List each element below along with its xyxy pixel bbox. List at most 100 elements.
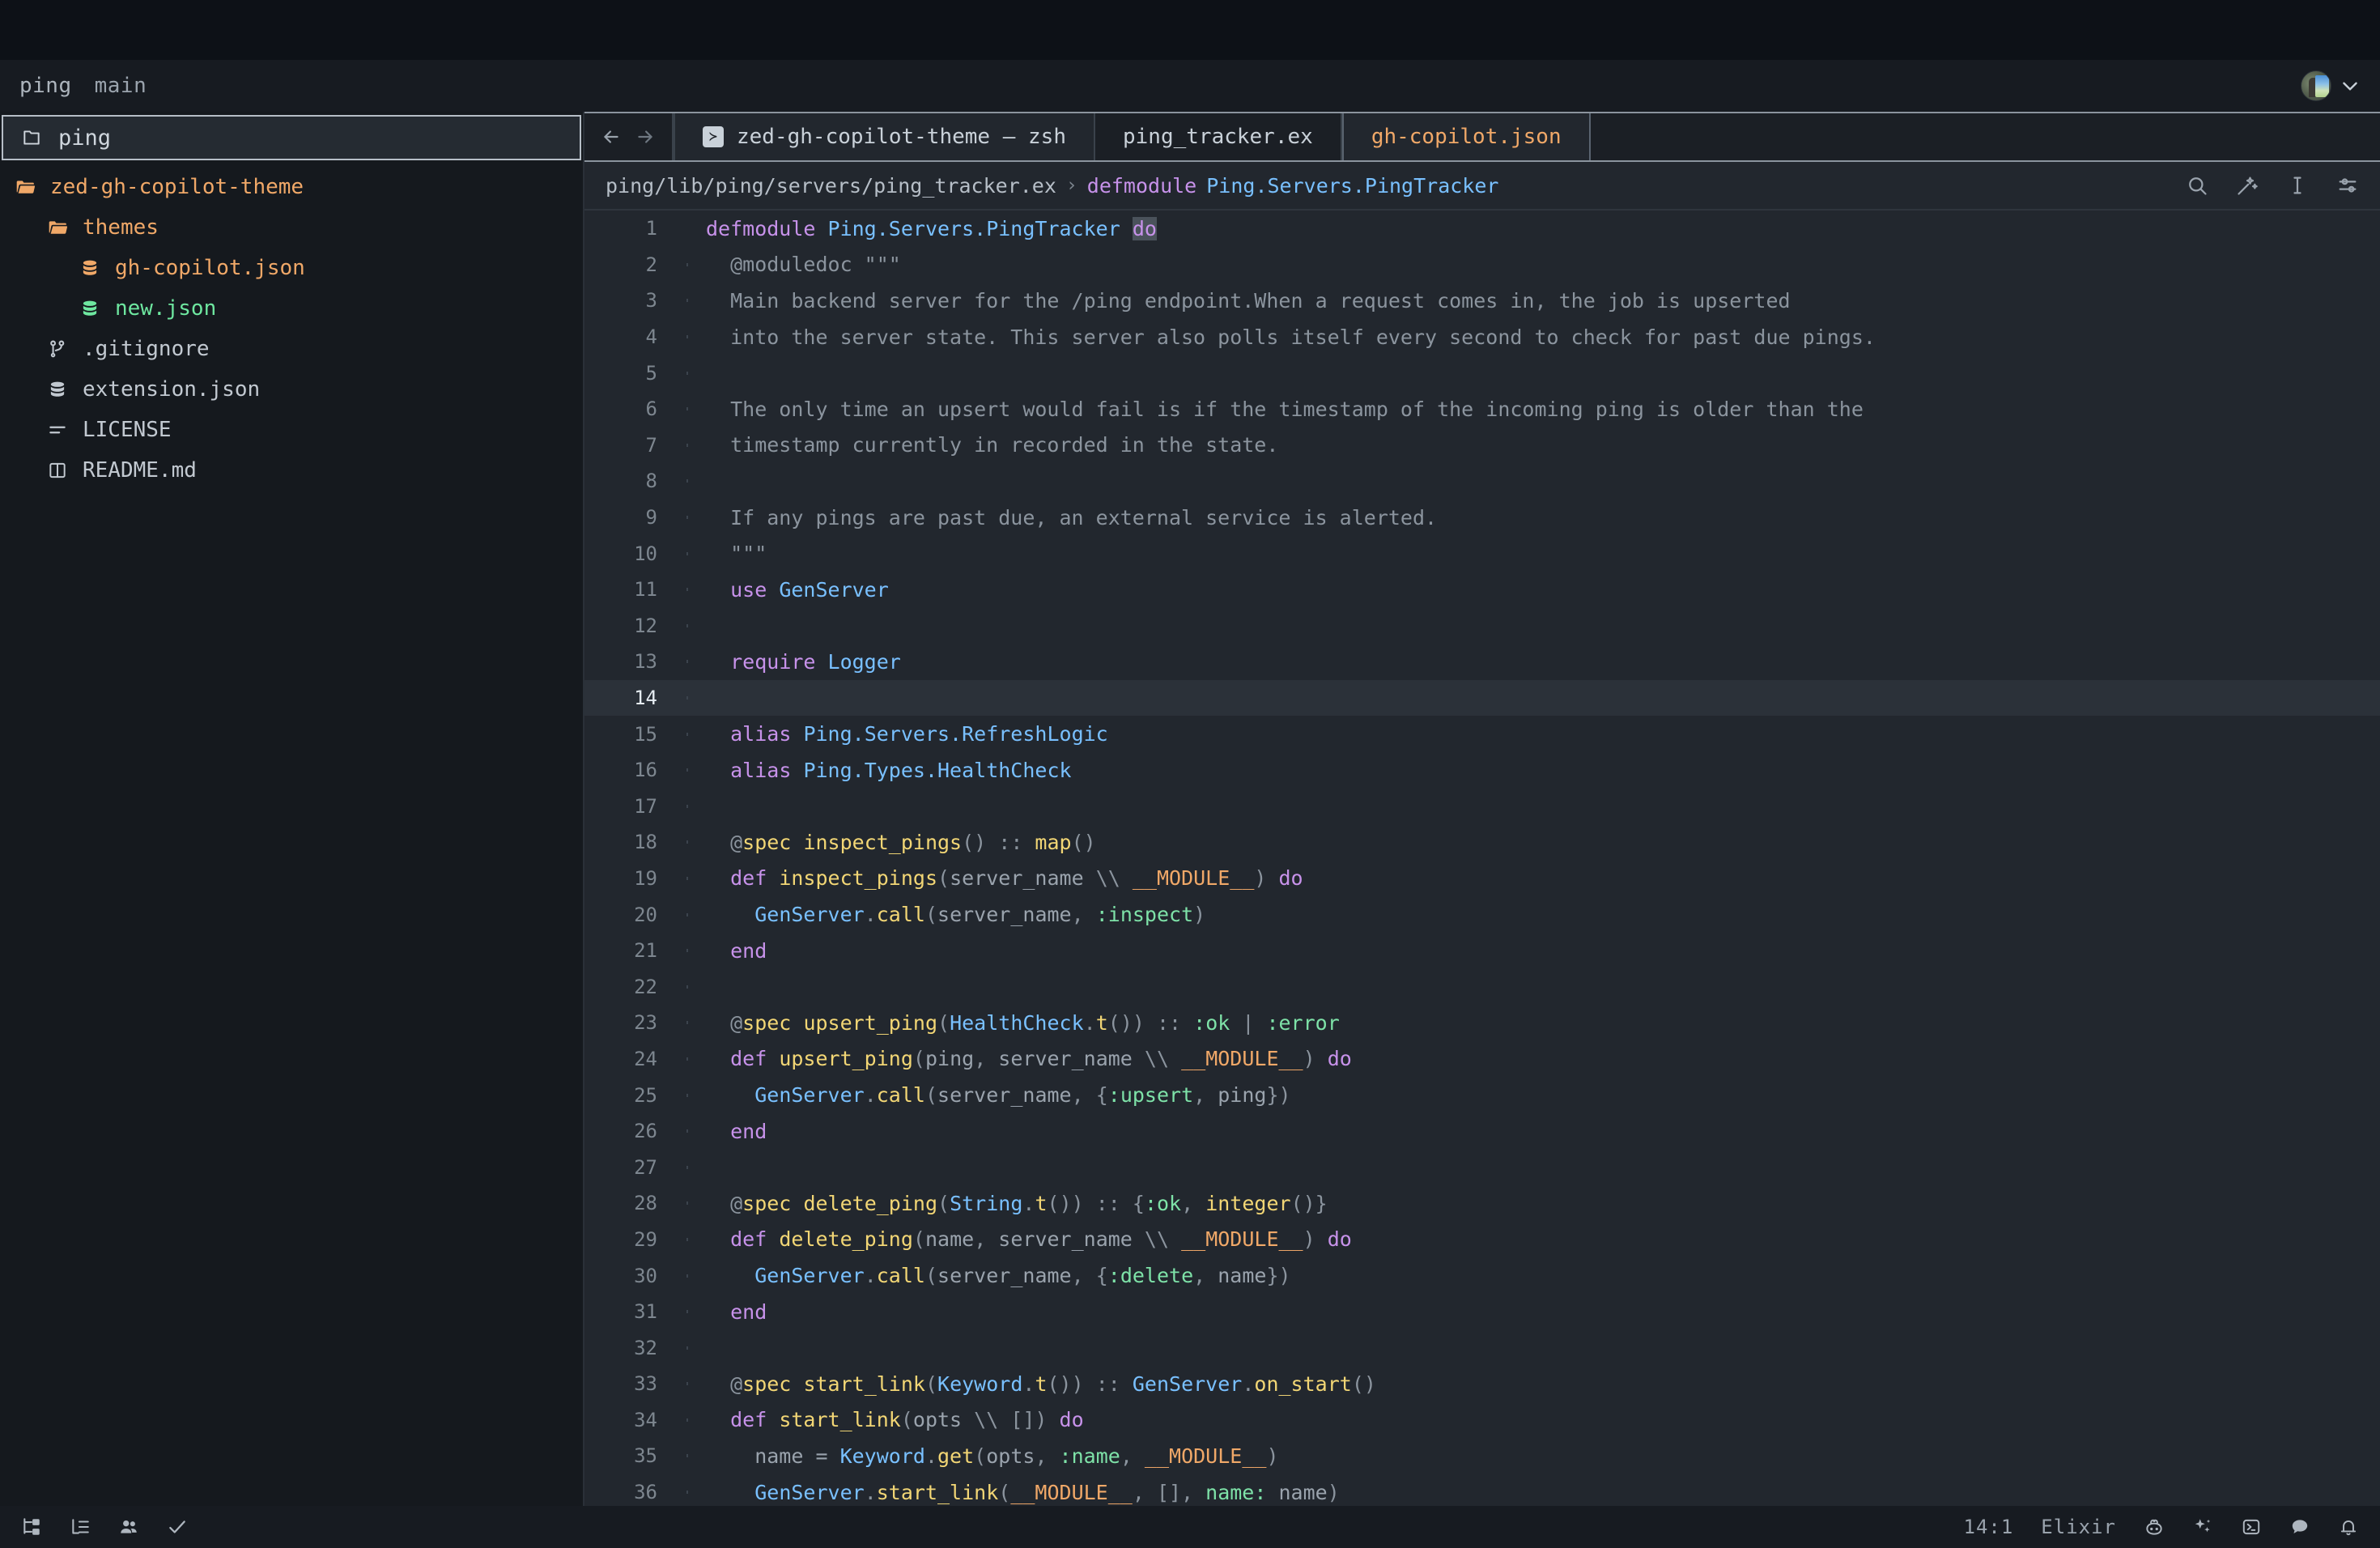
code-line[interactable]: 10 """ — [584, 535, 2380, 572]
breadcrumb-path[interactable]: ping/lib/ping/servers/ping_tracker.ex — [606, 174, 1056, 198]
code-line[interactable]: 34 def start_link(opts \\ []) do — [584, 1402, 2380, 1439]
cursor-position[interactable]: 14:1 — [1964, 1516, 2014, 1538]
line-number: 24 — [634, 1047, 657, 1070]
code-line-text: GenServer.call(server_name, {:delete, na… — [706, 1264, 2380, 1287]
code-line[interactable]: 28 @spec delete_ping(String.t()) :: {:ok… — [584, 1185, 2380, 1222]
arrow-right-icon[interactable] — [635, 126, 656, 147]
code-line[interactable]: 3 Main backend server for the /ping endp… — [584, 283, 2380, 319]
code-line[interactable]: 7 timestamp currently in recorded in the… — [584, 427, 2380, 464]
code-line[interactable]: 26 end — [584, 1113, 2380, 1150]
code-line[interactable]: 32 — [584, 1329, 2380, 1366]
tab-terminal-label: zed-gh-copilot-theme — zsh — [737, 125, 1066, 149]
code-line[interactable]: 24 def upsert_ping(ping, server_name \\ … — [584, 1041, 2380, 1078]
line-number: 16 — [634, 759, 657, 782]
code-line[interactable]: 31 end — [584, 1294, 2380, 1330]
project-panel-icon[interactable] — [21, 1516, 42, 1537]
notifications-bell-icon[interactable] — [2338, 1516, 2359, 1537]
code-line[interactable]: 1 defmodule Ping.Servers.PingTracker do — [584, 211, 2380, 247]
tab-terminal[interactable]: ≻ zed-gh-copilot-theme — zsh — [674, 113, 1095, 160]
code-line[interactable]: 19 def inspect_pings(server_name \\ __MO… — [584, 861, 2380, 897]
code-token: upsert_ping — [779, 1047, 913, 1071]
topbar-branch-name[interactable]: main — [95, 74, 147, 98]
tab-ping-tracker[interactable]: ping_tracker.ex — [1095, 113, 1342, 160]
code-line[interactable]: 21 end — [584, 933, 2380, 969]
code-line[interactable]: 11 use GenServer — [584, 572, 2380, 608]
arrow-left-icon[interactable] — [601, 126, 622, 147]
line-number: 17 — [634, 794, 657, 818]
code-token: @ — [706, 1191, 743, 1215]
project-panel-header[interactable]: ping — [2, 115, 581, 160]
breadcrumb-symbol-keyword[interactable]: defmodule — [1087, 174, 1196, 198]
code-line[interactable]: 20 GenServer.call(server_name, :inspect) — [584, 896, 2380, 933]
language-indicator[interactable]: Elixir — [2041, 1516, 2116, 1538]
chat-icon[interactable] — [2289, 1516, 2310, 1537]
avatar[interactable] — [2301, 70, 2331, 101]
code-line-text: @spec upsert_ping(HealthCheck.t()) :: :o… — [706, 1011, 2380, 1035]
terminal-icon[interactable] — [2241, 1516, 2262, 1537]
code-token: alias — [730, 758, 792, 782]
code-line[interactable]: 6 The only time an upsert would fail is … — [584, 391, 2380, 427]
file-tree-item[interactable]: LICENSE — [0, 410, 583, 450]
code-token: ) — [1327, 1480, 1340, 1504]
code-line[interactable]: 8 — [584, 463, 2380, 500]
settings-sliders-icon[interactable] — [2336, 174, 2359, 197]
tab-ping-tracker-label: ping_tracker.ex — [1123, 125, 1313, 149]
file-tree-item[interactable]: extension.json — [0, 369, 583, 410]
code-line[interactable]: 13 require Logger — [584, 644, 2380, 680]
code-line[interactable]: 15 alias Ping.Servers.RefreshLogic — [584, 716, 2380, 752]
code-line[interactable]: 29 def delete_ping(name, server_name \\ … — [584, 1222, 2380, 1258]
code-line[interactable]: 22 — [584, 968, 2380, 1005]
code-token: ()) :: { — [1047, 1191, 1145, 1215]
file-tree-item[interactable]: README.md — [0, 450, 583, 491]
code-line[interactable]: 17 — [584, 789, 2380, 825]
file-tree-item[interactable]: zed-gh-copilot-theme — [0, 167, 583, 207]
code-line[interactable]: 14 — [584, 679, 2380, 717]
code-line-text: name = Keyword.get(opts, :name, __MODULE… — [706, 1444, 2380, 1468]
code-token: :upsert — [1107, 1083, 1194, 1108]
code-line[interactable]: 12 — [584, 608, 2380, 644]
code-line[interactable]: 4 into the server state. This server als… — [584, 319, 2380, 355]
line-number: 14 — [634, 687, 657, 710]
magic-wand-icon[interactable] — [2236, 174, 2259, 197]
line-number: 10 — [634, 542, 657, 565]
line-number: 1 — [645, 217, 657, 240]
code-line[interactable]: 16 alias Ping.Types.HealthCheck — [584, 752, 2380, 789]
code-line[interactable]: 33 @spec start_link(Keyword.t()) :: GenS… — [584, 1366, 2380, 1402]
code-token: () — [1071, 830, 1096, 854]
code-line[interactable]: 5 — [584, 355, 2380, 391]
file-tree-item[interactable]: .gitignore — [0, 329, 583, 369]
line-number: 2 — [645, 253, 657, 276]
code-line[interactable]: 2 @moduledoc """ — [584, 247, 2380, 283]
code-line[interactable]: 36 GenServer.start_link(__MODULE__, [], … — [584, 1474, 2380, 1506]
code-line[interactable]: 30 GenServer.call(server_name, {:delete,… — [584, 1257, 2380, 1294]
code-line[interactable]: 18 @spec inspect_pings() :: map() — [584, 824, 2380, 861]
diagnostics-check-icon[interactable] — [167, 1516, 188, 1537]
collaborators-icon[interactable] — [118, 1516, 139, 1537]
ai-sparkle-icon[interactable] — [2192, 1516, 2213, 1537]
search-icon[interactable] — [2186, 174, 2208, 197]
topbar-project-name[interactable]: ping — [19, 74, 72, 98]
code-line[interactable]: 25 GenServer.call(server_name, {:upsert,… — [584, 1077, 2380, 1113]
file-tree-item-label: .gitignore — [83, 337, 210, 361]
code-token: GenServer — [754, 1083, 865, 1108]
file-tree-item[interactable]: gh-copilot.json — [0, 248, 583, 288]
chevron-down-icon[interactable] — [2340, 75, 2361, 96]
copilot-icon[interactable] — [2144, 1516, 2165, 1537]
code-editor[interactable]: 1 defmodule Ping.Servers.PingTracker do 2 … — [584, 211, 2380, 1506]
line-number: 29 — [634, 1227, 657, 1251]
breadcrumb-symbol-name[interactable]: Ping.Servers.PingTracker — [1206, 174, 1498, 198]
breadcrumb-separator: › — [1065, 175, 1077, 196]
code-line[interactable]: 27 — [584, 1149, 2380, 1185]
text-cursor-icon[interactable] — [2286, 174, 2309, 197]
tab-gh-copilot-json[interactable]: gh-copilot.json — [1341, 113, 1591, 160]
code-line[interactable]: 35 name = Keyword.get(opts, :name, __MOD… — [584, 1438, 2380, 1474]
code-line[interactable]: 23 @spec upsert_ping(HealthCheck.t()) ::… — [584, 1005, 2380, 1041]
code-token: ( — [937, 866, 950, 891]
code-line[interactable]: 9 If any pings are past due, an external… — [584, 500, 2380, 536]
file-tree-item[interactable]: new.json — [0, 288, 583, 329]
outline-panel-icon[interactable] — [70, 1516, 91, 1537]
file-tree-item[interactable]: themes — [0, 207, 583, 248]
